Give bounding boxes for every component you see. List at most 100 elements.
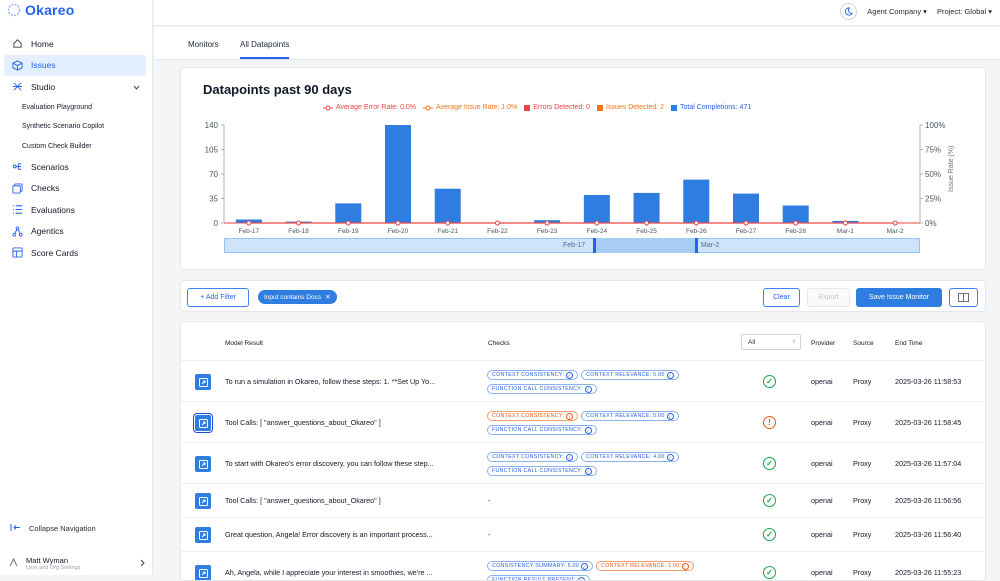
sidebar-item-scenarios[interactable]: Scenarios xyxy=(4,156,146,178)
table-row[interactable]: Great question, Angela! Error discovery … xyxy=(181,517,986,551)
open-datapoint-icon[interactable] xyxy=(195,565,211,581)
model-result-cell[interactable]: To start with Okareo's error discovery, … xyxy=(225,459,480,468)
sidebar-subitem-synthetic-scenario-copilot[interactable]: Synthetic Scenario Copilot xyxy=(4,117,146,137)
checks-cell: CONSISTENCY SUMMARY: 5.00✓CONTEXT RELEVA… xyxy=(487,559,737,581)
user-menu[interactable]: Matt Wyman User and Org Settings xyxy=(9,556,145,571)
open-datapoint-icon[interactable] xyxy=(195,493,211,509)
issue-rate-point xyxy=(595,221,599,225)
filter-chip[interactable]: Input contains Docs ✕ xyxy=(258,290,337,304)
check-pill[interactable]: CONTEXT CONSISTENCY:✓ xyxy=(487,452,578,462)
check-pill[interactable]: CONTEXT RELEVANCE: 4.00✓ xyxy=(581,452,679,462)
issue-rate-point xyxy=(645,221,649,225)
bar xyxy=(435,189,461,223)
model-result-cell[interactable]: Tool Calls: [ "answer_questions_about_Ok… xyxy=(225,418,480,427)
check-pill[interactable]: FUNCTION CALL CONSISTENCY:✓ xyxy=(487,384,597,394)
sidebar-item-agentics[interactable]: Agentics xyxy=(4,221,146,243)
sidebar: Okareo Home Issues Studio Evaluation Pla… xyxy=(0,0,153,575)
check-pill[interactable]: CONTEXT CONSISTENCY:✓ xyxy=(487,370,578,380)
table-row[interactable]: To run a simulation in Okareo, follow th… xyxy=(181,360,986,401)
checks-cell: CONTEXT CONSISTENCY:✓CONTEXT RELEVANCE: … xyxy=(487,368,737,396)
check-pill[interactable]: CONTEXT CONSISTENCY:! xyxy=(487,411,578,421)
open-datapoint-icon[interactable] xyxy=(195,527,211,543)
okareo-logo-icon xyxy=(7,3,21,17)
provider-cell: openai xyxy=(811,418,833,427)
model-result-cell[interactable]: Ah, Angela, while I appreciate your inte… xyxy=(225,568,480,577)
check-pill[interactable]: FUNCTION CALL CONSISTENCY:✓ xyxy=(487,425,597,435)
bar xyxy=(783,206,809,224)
x-tick-label: Feb-25 xyxy=(636,228,657,235)
export-button[interactable]: Export xyxy=(807,288,850,307)
x-tick-label: Feb-27 xyxy=(736,228,757,235)
sidebar-item-checks[interactable]: Checks xyxy=(4,178,146,200)
save-issue-monitor-button[interactable]: Save Issue Monitor xyxy=(856,288,942,307)
sidebar-subitem-custom-check-builder[interactable]: Custom Check Builder xyxy=(4,137,146,157)
column-header-checks[interactable]: Checks xyxy=(488,340,510,347)
columns-toggle-button[interactable] xyxy=(949,288,978,307)
sidebar-item-issues[interactable]: Issues xyxy=(4,55,146,77)
theme-toggle-icon[interactable] xyxy=(840,3,857,20)
project-selector[interactable]: Project: Global ▾ xyxy=(937,7,992,16)
collapse-label: Collapse Navigation xyxy=(29,524,96,533)
column-header-model-result[interactable]: Model Result xyxy=(225,340,263,347)
column-header-provider[interactable]: Provider xyxy=(811,340,835,347)
issue-rate-point xyxy=(446,221,450,225)
open-datapoint-icon[interactable] xyxy=(195,456,211,472)
sidebar-subitem-evaluation-playground[interactable]: Evaluation Playground xyxy=(4,98,146,118)
column-header-end-time[interactable]: End Time xyxy=(895,340,922,347)
sidebar-item-evaluations[interactable]: Evaluations xyxy=(4,199,146,221)
check-pill[interactable]: CONTEXT RELEVANCE: 1.00! xyxy=(596,561,694,571)
chevron-down-icon: ▾ xyxy=(923,7,927,16)
y2-tick-label: 75% xyxy=(925,146,941,155)
source-cell: Proxy xyxy=(853,530,871,539)
sidebar-item-studio[interactable]: Studio xyxy=(4,76,146,98)
x-tick-label: Feb-26 xyxy=(686,228,707,235)
sidebar-item-label: Score Cards xyxy=(31,248,78,258)
range-selection[interactable] xyxy=(593,238,696,253)
y2-axis-label: Issue Rate (%) xyxy=(948,146,955,192)
bar xyxy=(335,203,361,223)
issue-rate-point xyxy=(843,221,847,225)
sidebar-item-score-cards[interactable]: Score Cards xyxy=(4,242,146,264)
check-pill[interactable]: CONTEXT RELEVANCE: 5.00✓ xyxy=(581,411,679,421)
issue-rate-point xyxy=(794,221,798,225)
check-circle-icon: ✓ xyxy=(763,528,776,541)
check-pill[interactable]: FUNCTION CALL CONSISTENCY:✓ xyxy=(487,466,597,476)
tab-monitors[interactable]: Monitors xyxy=(188,40,219,49)
sidebar-item-label: Agentics xyxy=(31,226,64,236)
company-selector[interactable]: Agent Company ▾ xyxy=(867,7,927,16)
tab-all-datapoints[interactable]: All Datapoints xyxy=(240,40,289,59)
issue-rate-point xyxy=(545,221,549,225)
logo[interactable]: Okareo xyxy=(7,2,74,18)
table-row[interactable]: To start with Okareo's error discovery, … xyxy=(181,442,986,483)
close-icon[interactable]: ✕ xyxy=(325,293,330,301)
check-pill-label: CONTEXT RELEVANCE: 5.00 xyxy=(586,372,665,378)
column-header-source[interactable]: Source xyxy=(853,340,874,347)
model-result-cell[interactable]: Tool Calls: [ "answer_questions_about_Ok… xyxy=(225,496,480,505)
open-datapoint-icon[interactable] xyxy=(195,415,211,431)
open-datapoint-icon[interactable] xyxy=(195,374,211,390)
sidebar-item-home[interactable]: Home xyxy=(4,33,146,55)
range-handle-end[interactable] xyxy=(695,238,698,253)
check-pill[interactable]: FUNCTION RESULT PRESENT:✓ xyxy=(487,575,590,581)
check-pill[interactable]: CONSISTENCY SUMMARY: 5.00✓ xyxy=(487,561,593,571)
range-handle-start[interactable] xyxy=(593,238,596,253)
info-icon: ✓ xyxy=(585,468,592,475)
range-start-label: Feb-17 xyxy=(563,242,585,249)
chevron-down-icon[interactable] xyxy=(133,82,140,92)
add-filter-button[interactable]: + Add Filter xyxy=(187,288,249,307)
clear-button[interactable]: Clear xyxy=(763,288,800,307)
checks-cell: CONTEXT CONSISTENCY:!CONTEXT RELEVANCE: … xyxy=(487,409,737,437)
model-result-cell[interactable]: Great question, Angela! Error discovery … xyxy=(225,530,480,539)
filter-chip-label: Input contains Docs xyxy=(264,294,321,301)
model-result-cell[interactable]: To run a simulation in Okareo, follow th… xyxy=(225,377,480,386)
table-row[interactable]: Tool Calls: [ "answer_questions_about_Ok… xyxy=(181,483,986,517)
end-time-cell: 2025-03-26 11:58:53 xyxy=(895,377,961,386)
check-pill[interactable]: CONTEXT RELEVANCE: 5.00✓ xyxy=(581,370,679,380)
info-icon: ✓ xyxy=(566,372,573,379)
status-filter-select[interactable]: All ⇕ xyxy=(741,334,801,350)
table-row[interactable]: Ah, Angela, while I appreciate your inte… xyxy=(181,551,986,581)
filter-bar: + Add Filter Input contains Docs ✕ Clear… xyxy=(180,280,986,312)
range-slider[interactable]: Feb-17 Mar-2 xyxy=(224,238,920,253)
collapse-navigation-button[interactable]: Collapse Navigation xyxy=(10,523,96,534)
table-row[interactable]: Tool Calls: [ "answer_questions_about_Ok… xyxy=(181,401,986,442)
